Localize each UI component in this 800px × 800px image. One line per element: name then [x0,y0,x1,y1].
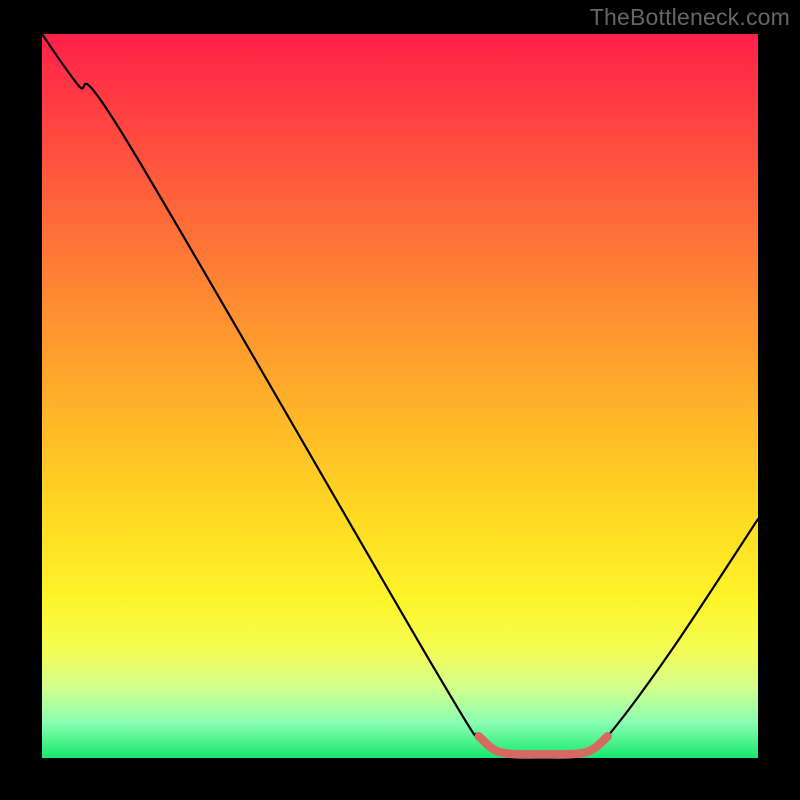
bottleneck-curve [42,34,758,754]
highlight-segment [479,736,608,754]
curve-layer [42,34,758,758]
watermark-text: TheBottleneck.com [590,4,790,31]
plot-area [42,34,758,758]
chart-root: TheBottleneck.com [0,0,800,800]
